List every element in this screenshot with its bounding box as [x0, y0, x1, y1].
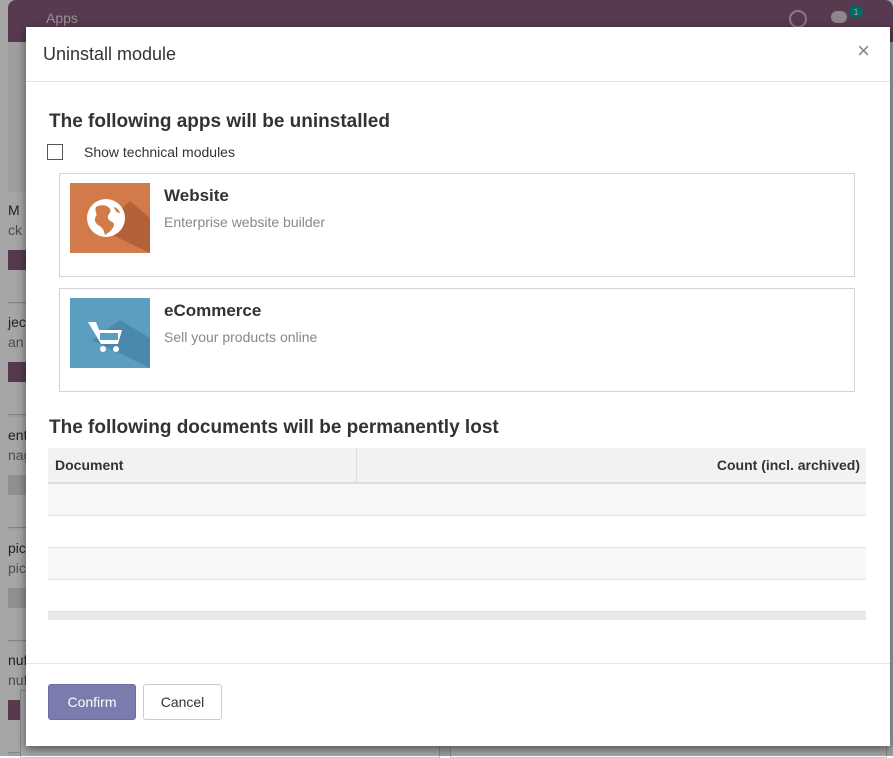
- column-header-label: Document: [55, 457, 124, 473]
- modal-footer: Confirm Cancel: [26, 663, 890, 747]
- table-footer: [48, 612, 866, 620]
- column-header-label: Count (incl. archived): [716, 457, 860, 473]
- table-row: [48, 580, 866, 612]
- app-name: eCommerce: [164, 301, 262, 320]
- documents-heading: The following documents will be permanen…: [49, 417, 499, 438]
- cart-icon: [70, 298, 150, 368]
- modal-header: Uninstall module ×: [26, 27, 890, 82]
- apps-heading: The following apps will be uninstalled: [49, 111, 390, 132]
- app-description: Sell your products online: [164, 329, 318, 345]
- close-icon[interactable]: ×: [857, 40, 870, 62]
- table-row: [48, 484, 866, 516]
- show-technical-checkbox[interactable]: [47, 144, 63, 160]
- app-description: Enterprise website builder: [164, 214, 326, 230]
- cancel-button[interactable]: Cancel: [143, 684, 222, 720]
- uninstall-modal: Uninstall module × The following apps wi…: [26, 27, 890, 746]
- confirm-button[interactable]: Confirm: [48, 684, 136, 720]
- table-row: [48, 516, 866, 548]
- show-technical-label[interactable]: Show technical modules: [84, 144, 235, 160]
- table-header: Document Count (incl. archived): [48, 448, 866, 484]
- modal-title: Uninstall module: [43, 44, 177, 64]
- documents-table: Document Count (incl. archived): [48, 448, 866, 620]
- app-card-website: Website Enterprise website builder: [59, 173, 855, 277]
- globe-icon: [70, 183, 150, 253]
- table-row: [48, 548, 866, 580]
- app-name: Website: [164, 186, 229, 205]
- app-card-ecommerce: eCommerce Sell your products online: [59, 288, 855, 392]
- column-header-document[interactable]: Document: [48, 448, 357, 482]
